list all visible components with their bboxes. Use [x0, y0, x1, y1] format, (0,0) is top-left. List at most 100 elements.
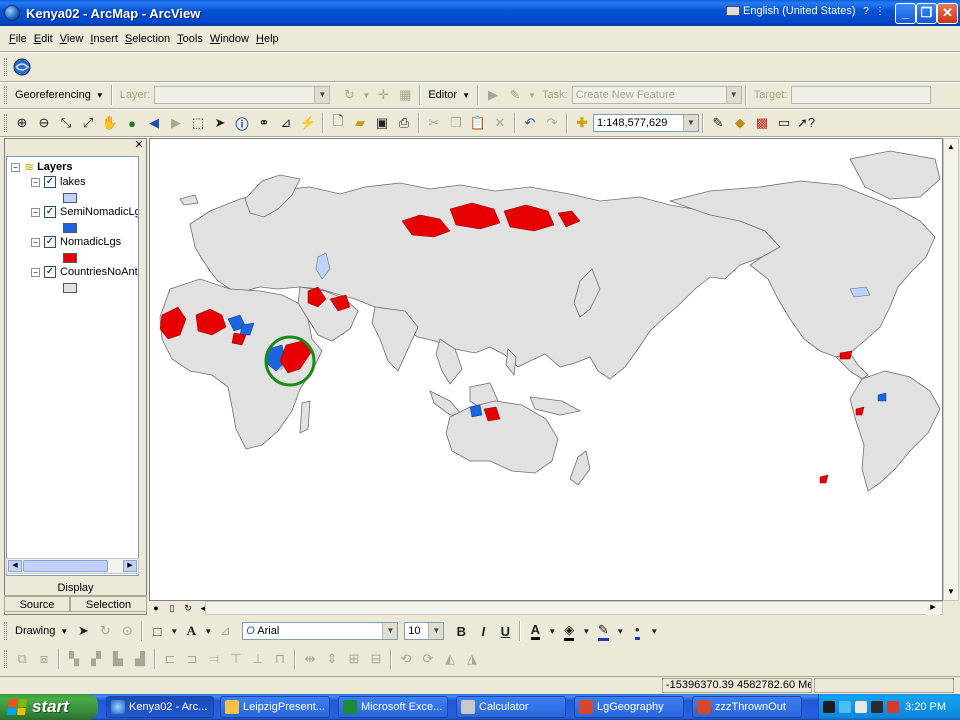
seminomadic-symbol-swatch[interactable] [63, 223, 77, 233]
rotate-icon[interactable]: ↻ [338, 84, 360, 106]
underline-button[interactable]: U [494, 620, 516, 642]
language-indicator[interactable]: English (United States) [726, 5, 856, 17]
fixed-zoom-in-icon[interactable]: ⤡ [55, 112, 77, 134]
redo-icon[interactable]: ↷ [541, 112, 563, 134]
make-same-size-icon[interactable]: ⊞ [343, 648, 365, 670]
menu-help[interactable]: Help [253, 33, 282, 45]
close-button[interactable]: ✕ [937, 3, 958, 24]
layer-row-lakes[interactable]: − ✓ lakes [31, 175, 86, 189]
task-excel[interactable]: Microsoft Exce... [338, 696, 448, 718]
distribute-horizontal-icon[interactable]: ⇹ [299, 648, 321, 670]
layer-row-nomadic[interactable]: − ✓ NomadicLgs [31, 235, 121, 249]
maximize-button[interactable]: ❐ [916, 3, 937, 24]
language-help-icon[interactable]: ? [860, 5, 872, 19]
menu-file[interactable]: File [6, 33, 30, 45]
collapse-icon[interactable]: − [11, 162, 20, 172]
toc-horizontal-scrollbar[interactable]: ◀ ▶ [6, 558, 139, 574]
data-view-globe-icon[interactable]: ● [149, 602, 163, 614]
marker-color-icon[interactable]: • [626, 620, 648, 642]
chevron-down-icon[interactable]: ▼ [382, 623, 398, 639]
caret-down-icon[interactable]: ▼ [648, 620, 660, 642]
select-elements-icon[interactable]: ➤ [72, 620, 94, 642]
scroll-right-icon[interactable]: ▶ [926, 603, 940, 615]
fit-to-margins-icon[interactable]: ⊟ [365, 648, 387, 670]
menu-selection[interactable]: Selection [122, 33, 173, 45]
caret-down-icon[interactable]: ▼ [614, 620, 626, 642]
arccatalog-icon[interactable]: ◆ [729, 112, 751, 134]
task-calculator[interactable]: Calculator [456, 696, 566, 718]
rotate-left-icon[interactable]: ⟲ [395, 648, 417, 670]
font-combo[interactable]: O Arial ▼ [242, 622, 399, 640]
identify-icon[interactable]: ⓘ [231, 112, 253, 134]
toolbar-grip[interactable] [4, 114, 7, 132]
nomadic-symbol-swatch[interactable] [63, 253, 77, 263]
layer-row-seminomadic[interactable]: − ✓ SemiNomadicLgs [31, 205, 138, 219]
command-line-icon[interactable]: ▭ [773, 112, 795, 134]
georeferencing-menu-button[interactable]: Georeferencing ▼ [11, 89, 108, 101]
cut-icon[interactable]: ✂ [423, 112, 445, 134]
align-right-icon[interactable]: ⫤ [203, 648, 225, 670]
distribute-vertical-icon[interactable]: ⇕ [321, 648, 343, 670]
chevron-down-icon[interactable]: ▼ [725, 87, 741, 103]
scroll-thumb[interactable] [23, 560, 108, 572]
copy-icon[interactable]: ❐ [445, 112, 467, 134]
align-left-icon[interactable]: ⊏ [159, 648, 181, 670]
arcmap-globe-button[interactable] [11, 56, 33, 78]
chevron-down-icon[interactable]: ▼ [428, 623, 444, 639]
layer-visibility-checkbox[interactable]: ✓ [44, 266, 56, 278]
menu-view[interactable]: View [57, 33, 87, 45]
measure-icon[interactable]: ⊿ [275, 112, 297, 134]
language-options-icon[interactable]: ⋮ [874, 5, 886, 19]
scroll-left-icon[interactable]: ◀ [8, 560, 22, 572]
tray-chevron-icon[interactable] [823, 701, 835, 713]
close-icon[interactable]: ✕ [133, 139, 145, 151]
task-leipzig[interactable]: LeipzigPresent... [220, 696, 330, 718]
menu-tools[interactable]: Tools [174, 33, 206, 45]
layout-view-page-icon[interactable]: ▯ [165, 602, 179, 614]
target-combo[interactable] [791, 86, 932, 104]
hyperlink-icon[interactable]: ⚡ [297, 112, 319, 134]
flip-vertical-icon[interactable]: ◮ [461, 648, 483, 670]
layer-visibility-checkbox[interactable]: ✓ [44, 236, 56, 248]
task-combo[interactable]: Create New Feature ▼ [571, 86, 742, 104]
task-zzzthrownout[interactable]: zzzThrownOut [692, 696, 802, 718]
rectangle-icon[interactable]: □ [146, 620, 168, 642]
collapse-icon[interactable]: − [31, 237, 40, 247]
italic-button[interactable]: I [472, 620, 494, 642]
scroll-down-icon[interactable]: ▼ [945, 585, 957, 599]
security-icon[interactable] [871, 701, 883, 713]
align-middle-icon[interactable]: ⊥ [247, 648, 269, 670]
collapse-icon[interactable]: − [31, 177, 40, 187]
align-bottom-icon[interactable]: ⊓ [269, 648, 291, 670]
sketch-pencil-icon[interactable]: ✎ [504, 84, 526, 106]
line-color-icon[interactable]: ✎ [592, 620, 614, 642]
rotate-right-icon[interactable]: ⟳ [417, 648, 439, 670]
antivirus-icon[interactable] [887, 701, 899, 713]
fixed-zoom-out-icon[interactable]: ⤢ [77, 112, 99, 134]
tab-selection[interactable]: Selection [70, 596, 147, 612]
add-control-points-icon[interactable]: ✛ [372, 84, 394, 106]
new-text-icon[interactable]: A [180, 620, 202, 642]
caret-down-icon[interactable]: ▼ [526, 84, 538, 106]
group-icon[interactable]: ⧉ [11, 648, 33, 670]
delete-icon[interactable]: ✕ [489, 112, 511, 134]
lakes-symbol-swatch[interactable] [63, 193, 77, 203]
bring-to-front-icon[interactable]: ▚ [63, 648, 85, 670]
zoom-to-selected-icon[interactable]: ⊙ [116, 620, 138, 642]
tab-display[interactable]: Display [4, 580, 147, 596]
ungroup-icon[interactable]: ⧈ [33, 648, 55, 670]
send-to-back-icon[interactable]: ▞ [85, 648, 107, 670]
select-features-icon[interactable]: ⬚ [187, 112, 209, 134]
menu-insert[interactable]: Insert [87, 33, 121, 45]
full-extent-globe-icon[interactable]: ● [121, 112, 143, 134]
map-horizontal-scrollbar[interactable]: ▶ [205, 601, 943, 615]
print-icon[interactable]: ⎙ [393, 112, 415, 134]
find-binoculars-icon[interactable]: ⚭ [253, 112, 275, 134]
map-scale-combo[interactable]: 1:148,577,629 ▼ [593, 114, 699, 132]
rotate-icon[interactable]: ↻ [94, 620, 116, 642]
menu-edit[interactable]: Edit [31, 33, 56, 45]
scroll-up-icon[interactable]: ▲ [945, 140, 957, 154]
menu-window[interactable]: Window [207, 33, 252, 45]
align-center-icon[interactable]: ⊐ [181, 648, 203, 670]
caret-down-icon[interactable]: ▼ [202, 620, 214, 642]
